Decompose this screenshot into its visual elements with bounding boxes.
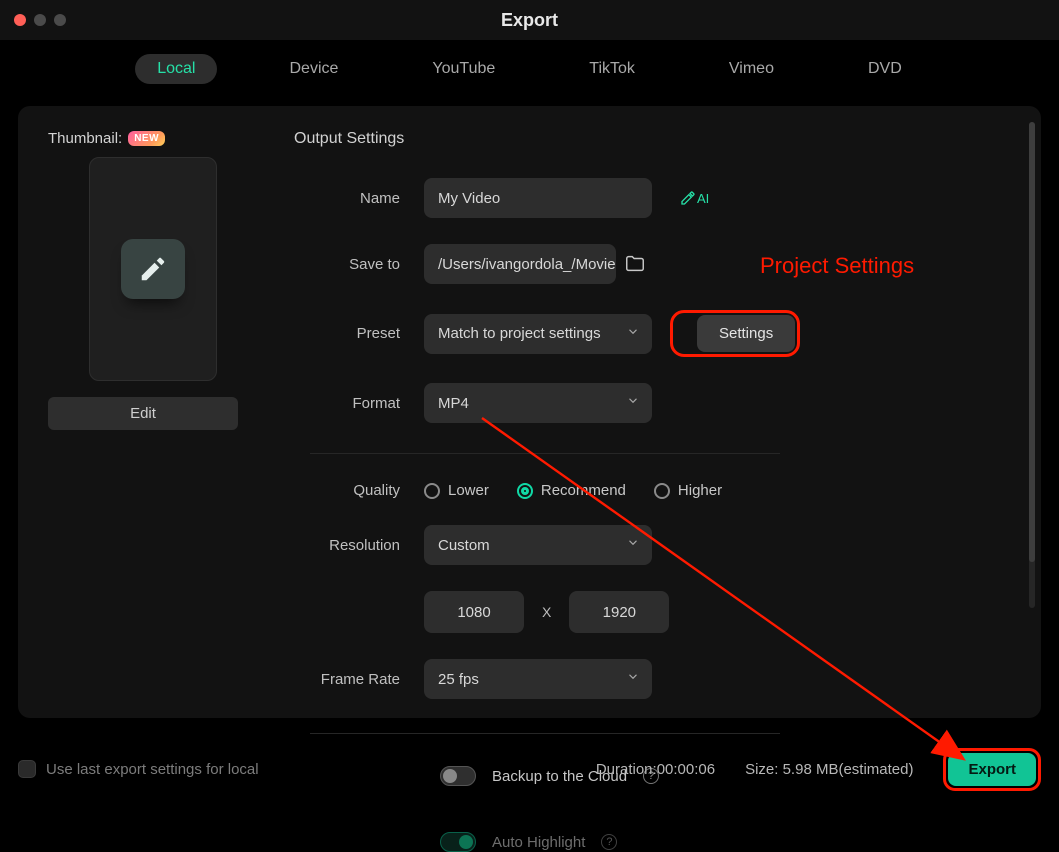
resolution-height-input[interactable]: 1920: [569, 591, 669, 633]
output-settings: Output Settings Name My Video AI Save to…: [258, 130, 1011, 694]
framerate-select[interactable]: 25 fps: [424, 659, 652, 699]
titlebar: Export: [0, 0, 1059, 40]
resolution-x: X: [542, 604, 551, 620]
preset-select[interactable]: Match to project settings: [424, 314, 652, 354]
resolution-select[interactable]: Custom: [424, 525, 652, 565]
thumbnail-section: Thumbnail: NEW Edit: [48, 130, 258, 694]
preset-label: Preset: [294, 325, 424, 342]
auto-highlight-toggle[interactable]: [440, 832, 476, 852]
tab-tiktok[interactable]: TikTok: [567, 54, 657, 84]
folder-icon: [624, 253, 646, 275]
tab-local[interactable]: Local: [135, 54, 217, 84]
quality-lower[interactable]: Lower: [424, 482, 489, 499]
quality-label: Quality: [294, 482, 424, 499]
divider: [310, 453, 780, 454]
duration-info: Duration:00:00:06: [596, 761, 715, 778]
section-title: Output Settings: [294, 130, 1011, 148]
use-last-settings-label: Use last export settings for local: [46, 761, 259, 778]
export-panel: Thumbnail: NEW Edit Output Settings Name…: [18, 106, 1041, 718]
settings-button[interactable]: Settings: [697, 315, 795, 352]
tab-vimeo[interactable]: Vimeo: [707, 54, 796, 84]
resolution-width-input[interactable]: 1080: [424, 591, 524, 633]
pencil-icon: [680, 190, 696, 206]
radio-icon: [654, 483, 670, 499]
format-label: Format: [294, 395, 424, 412]
footer: Use last export settings for local Durat…: [0, 736, 1059, 802]
tab-device[interactable]: Device: [267, 54, 360, 84]
saveto-input[interactable]: /Users/ivangordola_/Movie: [424, 244, 616, 284]
thumbnail-preview[interactable]: [89, 157, 217, 381]
radio-icon: [517, 483, 533, 499]
ai-name-button[interactable]: AI: [680, 190, 709, 206]
radio-icon: [424, 483, 440, 499]
quality-higher[interactable]: Higher: [654, 482, 722, 499]
quality-recommend[interactable]: Recommend: [517, 482, 626, 499]
use-last-settings-checkbox[interactable]: [18, 760, 36, 778]
name-label: Name: [294, 190, 424, 207]
export-button[interactable]: Export: [948, 753, 1036, 786]
format-select[interactable]: MP4: [424, 383, 652, 423]
help-icon[interactable]: ?: [601, 834, 617, 850]
export-tabs: Local Device YouTube TikTok Vimeo DVD: [0, 40, 1059, 106]
browse-folder-button[interactable]: [624, 253, 646, 275]
name-input[interactable]: My Video: [424, 178, 652, 218]
thumbnail-label: Thumbnail:: [48, 130, 122, 147]
window-title: Export: [0, 10, 1059, 31]
resolution-label: Resolution: [294, 537, 424, 554]
auto-highlight-label: Auto Highlight: [492, 834, 585, 851]
ai-label: AI: [697, 191, 709, 206]
annotation-label: Project Settings: [760, 253, 914, 279]
divider: [310, 733, 780, 734]
tab-youtube[interactable]: YouTube: [410, 54, 517, 84]
annotation-highlight-export: Export: [943, 748, 1041, 791]
edit-thumbnail-button[interactable]: Edit: [48, 397, 238, 430]
scrollbar[interactable]: [1029, 122, 1035, 608]
annotation-highlight-settings: Settings: [670, 310, 800, 357]
scrollbar-thumb[interactable]: [1029, 122, 1035, 562]
framerate-label: Frame Rate: [294, 671, 424, 688]
size-info: Size: 5.98 MB(estimated): [745, 761, 913, 778]
edit-icon: [121, 239, 185, 299]
new-badge: NEW: [128, 131, 165, 146]
tab-dvd[interactable]: DVD: [846, 54, 924, 84]
saveto-label: Save to: [294, 256, 424, 273]
